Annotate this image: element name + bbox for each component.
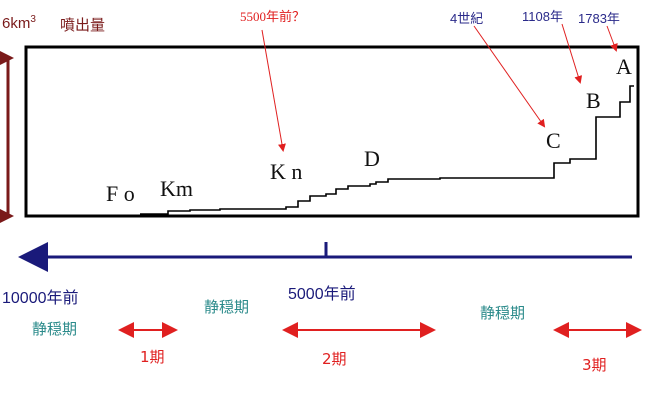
eruption-d-label: D [364,146,380,171]
eruption-c-label: C [546,128,561,153]
c-date-label: 4世紀 [450,11,484,26]
eruption-kn-label: K n [270,159,303,184]
kn-date-label: 5500年前？ [240,9,306,24]
time-mid-label: 5000年前 [288,286,356,303]
eruption-fo-label: F o [106,181,135,206]
eruption-km-label: Km [160,176,193,201]
quiet-period-1-label: 静穏期 [32,320,78,338]
quiet-period-3-label: 静穏期 [480,304,526,322]
a-date-label: 1783年 [578,11,620,26]
period-3-label: 3期 [582,356,607,374]
period-2-label: 2期 [322,350,347,368]
volume-scale-label: 6km3 [2,14,36,32]
period-1-label: 1期 [140,348,165,366]
c-pointer [473,25,546,128]
time-start-label: 10000年前 [2,290,79,307]
quiet-period-2-label: 静穏期 [204,298,250,316]
volume-title: 噴出量 [60,16,106,34]
b-pointer [561,23,583,84]
b-date-label: 1108年 [522,9,563,24]
eruption-a-label: A [616,54,632,79]
eruption-b-label: B [586,88,601,113]
